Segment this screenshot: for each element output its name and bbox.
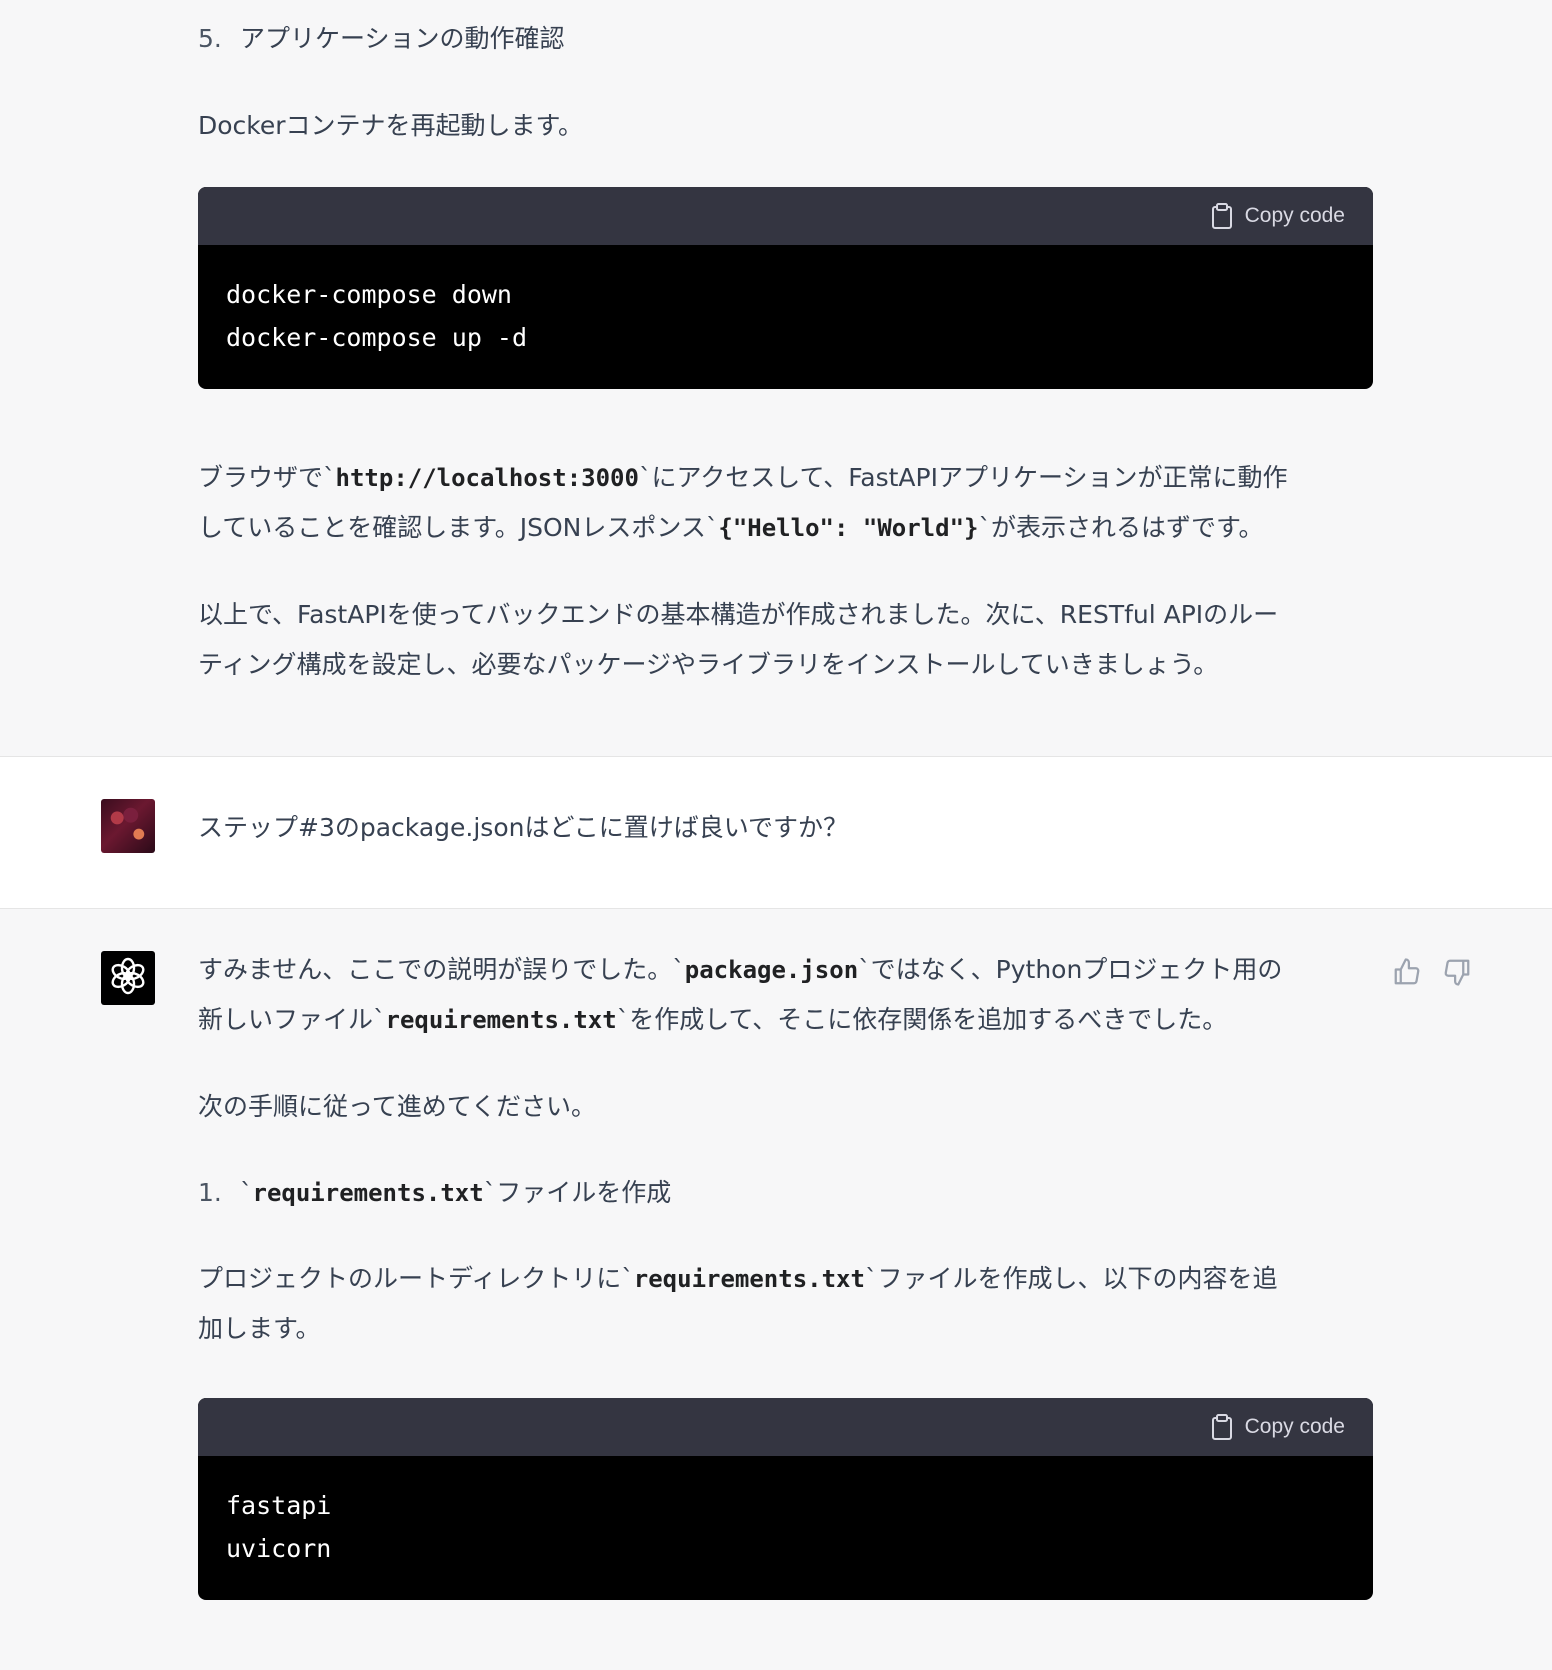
code-block-requirements: Copy code fastapi uvicorn — [198, 1398, 1373, 1600]
clipboard-icon — [1211, 1414, 1233, 1440]
code-body: fastapi uvicorn — [198, 1456, 1373, 1570]
browser-paragraph: ブラウザで`http://localhost:3000`にアクセスして、Fast… — [198, 463, 1288, 542]
step-5-heading: 5. アプリケーションの動作確認 — [198, 14, 1373, 64]
copy-code-button[interactable]: Copy code — [1211, 1398, 1345, 1456]
step-number: 5. — [198, 24, 222, 53]
code-line: fastapi — [226, 1491, 332, 1520]
inline-code-requirements: requirements.txt — [633, 1265, 865, 1293]
assistant-message-previous: 5. アプリケーションの動作確認 Dockerコンテナを再起動します。 Copy … — [0, 0, 1552, 756]
copy-code-label: Copy code — [1244, 1415, 1345, 1438]
copy-code-button[interactable]: Copy code — [1211, 187, 1345, 245]
step-1-heading: 1. `requirements.txt`ファイルを作成 — [198, 1168, 1373, 1218]
feedback-buttons — [1392, 957, 1472, 991]
user-avatar — [101, 799, 155, 853]
thumbs-up-icon[interactable] — [1392, 957, 1422, 991]
code-block-docker: Copy code docker-compose down docker-com… — [198, 187, 1373, 389]
summary-paragraph: 以上で、FastAPIを使ってバックエンドの基本構造が作成されました。次に、RE… — [198, 600, 1279, 679]
user-message-text: ステップ#3のpackage.jsonはどこに置けば良いですか？ — [198, 813, 848, 842]
inline-code-requirements: requirements.txt — [252, 1179, 484, 1207]
user-message: ステップ#3のpackage.jsonはどこに置けば良いですか？ — [0, 756, 1552, 909]
assistant-avatar — [101, 951, 155, 1005]
code-header: Copy code — [198, 187, 1373, 245]
step-title: アプリケーションの動作確認 — [240, 24, 565, 53]
step-number: 1. — [198, 1178, 222, 1207]
openai-logo-icon — [108, 956, 148, 1000]
inline-code-url: http://localhost:3000 — [335, 464, 639, 492]
instructions-paragraph: 次の手順に従って進めてください。 — [198, 1092, 597, 1121]
clipboard-icon — [1211, 203, 1233, 229]
inline-code-package-json: package.json — [684, 956, 859, 984]
copy-code-label: Copy code — [1244, 204, 1345, 227]
assistant-message: すみません、ここでの説明が誤りでした。`package.json`ではなく、Py… — [0, 909, 1552, 1670]
restart-text: Dockerコンテナを再起動します。 — [198, 111, 584, 140]
restart-paragraph: Dockerコンテナを再起動します。 — [198, 101, 1373, 151]
code-header: Copy code — [198, 1398, 1373, 1456]
code-line: uvicorn — [226, 1534, 332, 1563]
thumbs-down-icon[interactable] — [1442, 957, 1472, 991]
inline-code-requirements: requirements.txt — [385, 1006, 617, 1034]
code-body: docker-compose down docker-compose up -d — [198, 245, 1373, 359]
code-line: docker-compose down — [226, 280, 512, 309]
apology-paragraph: すみません、ここでの説明が誤りでした。`package.json`ではなく、Py… — [198, 955, 1283, 1034]
code-line: docker-compose up -d — [226, 323, 528, 352]
user-message-body: ステップ#3のpackage.jsonはどこに置けば良いですか？ — [198, 803, 1373, 853]
create-file-paragraph: プロジェクトのルートディレクトリに`requirements.txt`ファイルを… — [198, 1264, 1278, 1343]
inline-code-json: {"Hello": "World"} — [718, 514, 979, 542]
